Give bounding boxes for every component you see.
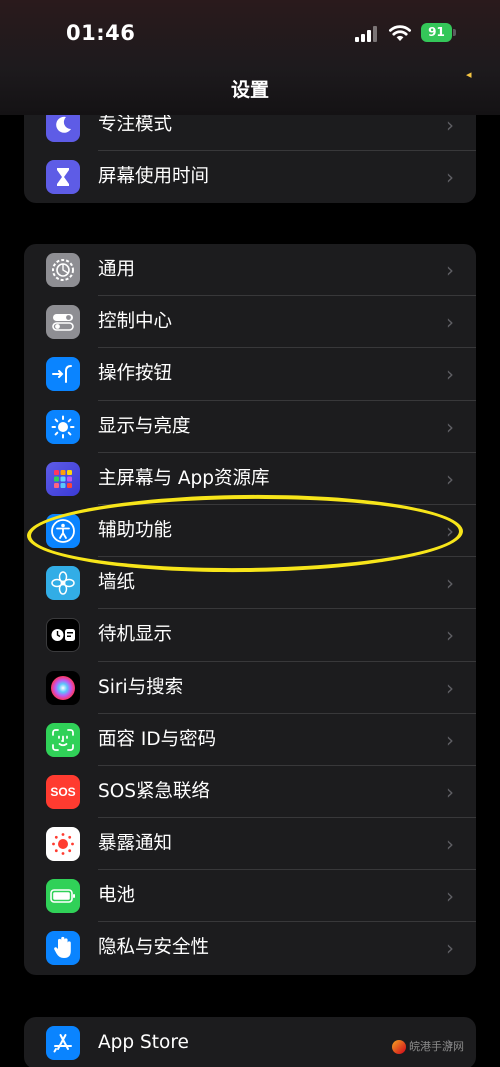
sun-icon	[46, 409, 80, 444]
status-time: 01:46	[66, 21, 136, 45]
settings-row-label: 面容 ID与密码	[98, 728, 217, 750]
settings-row-label: 通用	[98, 259, 136, 280]
edge-mark-icon: ◂	[466, 68, 472, 81]
chevron-right-icon: ›	[446, 832, 454, 857]
sos-icon: SOS	[46, 774, 80, 809]
settings-row-privacy[interactable]: 隐私与安全性 ›	[24, 922, 476, 974]
settings-row-emergency-sos[interactable]: SOS SOS紧急联络 ›	[24, 766, 476, 819]
status-bar: 01:46 91 设置 ◂	[0, 0, 500, 115]
settings-row-label: 待机显示	[98, 624, 173, 646]
chevron-right-icon: ›	[446, 727, 454, 752]
chevron-right-icon: ›	[446, 623, 454, 648]
siri-icon	[46, 670, 80, 705]
chevron-right-icon: ›	[446, 310, 454, 335]
sos-icon-text: SOS	[50, 784, 76, 799]
battery-tip	[453, 29, 456, 36]
chevron-right-icon: ›	[446, 258, 454, 282]
settings-row-label: SOS紧急联络	[98, 780, 211, 802]
settings-row-label: 暴露通知	[98, 833, 173, 855]
settings-row-label: 显示与亮度	[98, 415, 191, 437]
toggles-icon	[46, 305, 80, 340]
settings-row-face-id[interactable]: 面容 ID与密码 ›	[24, 714, 476, 766]
settings-row-action-button[interactable]: 操作按钮 ›	[24, 348, 476, 401]
settings-row-screen-time[interactable]: 屏幕使用时间 ›	[24, 151, 476, 203]
settings-row-label: 屏幕使用时间	[98, 166, 210, 188]
hourglass-icon	[46, 160, 80, 195]
settings-row-label: 控制中心	[98, 311, 173, 333]
settings-row-label: App Store	[98, 1032, 189, 1053]
watermark-logo-icon	[392, 1040, 406, 1054]
settings-row-battery[interactable]: 电池 ›	[24, 870, 476, 923]
app-store-icon	[46, 1026, 80, 1060]
page-title: 设置	[230, 79, 269, 101]
chevron-right-icon: ›	[446, 571, 454, 596]
action-button-icon	[46, 357, 80, 392]
settings-group-main: 通用 › 控制中心 › 操作按钮 › 显示与亮度 › 主屏幕与 App资源库 ›…	[24, 244, 476, 975]
chevron-right-icon: ›	[446, 936, 454, 961]
gear-icon	[46, 253, 80, 287]
settings-row-label: 隐私与安全性	[98, 937, 210, 959]
settings-row-display[interactable]: 显示与亮度 ›	[24, 401, 476, 453]
chevron-right-icon: ›	[446, 675, 454, 700]
chevron-right-icon: ›	[446, 414, 454, 439]
chevron-right-icon: ›	[446, 165, 454, 190]
settings-row-siri[interactable]: Siri与搜索 ›	[24, 662, 476, 714]
wifi-icon	[389, 25, 411, 41]
settings-row-label: 操作按钮	[98, 363, 173, 385]
chevron-right-icon: ›	[446, 466, 454, 491]
settings-row-label: Siri与搜索	[98, 676, 184, 698]
settings-row-label: 电池	[98, 885, 136, 907]
settings-row-standby[interactable]: 待机显示 ›	[24, 609, 476, 662]
chevron-right-icon: ›	[446, 779, 454, 804]
standby-icon	[46, 618, 80, 653]
app-grid-icon	[46, 461, 80, 496]
watermark-text: 皖港手游网	[409, 1040, 464, 1053]
settings-row-exposure[interactable]: 暴露通知 ›	[24, 818, 476, 871]
watermark: 皖港手游网	[392, 1038, 464, 1054]
settings-row-general[interactable]: 通用 ›	[24, 244, 476, 297]
settings-row-control-center[interactable]: 控制中心 ›	[24, 296, 476, 349]
battery-level: 91	[421, 23, 452, 42]
flower-icon	[46, 566, 80, 601]
face-id-icon	[46, 722, 80, 757]
hand-icon	[46, 931, 80, 966]
battery-icon	[46, 879, 80, 914]
exposure-icon	[46, 827, 80, 862]
cellular-signal-icon	[355, 26, 377, 42]
chevron-right-icon: ›	[446, 884, 454, 909]
chevron-right-icon: ›	[446, 362, 454, 387]
